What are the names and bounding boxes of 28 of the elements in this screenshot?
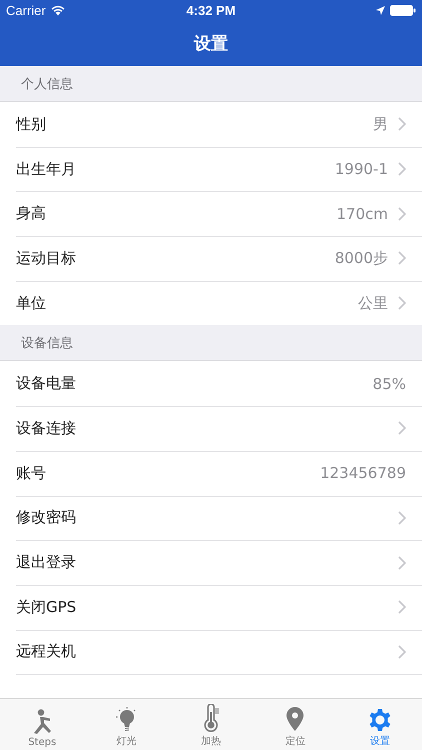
settings-row[interactable]: 运动目标 8000步 — [0, 236, 422, 281]
tab-item[interactable]: 灯光 — [84, 699, 169, 750]
settings-row[interactable]: 账号 123456789 — [0, 450, 422, 496]
section-title: 个人信息 — [21, 76, 73, 92]
settings-row[interactable]: 退出登录 — [0, 540, 422, 585]
settings-row[interactable]: 修改密码 — [0, 496, 422, 540]
tab-item[interactable]: 定位 — [253, 699, 338, 750]
map-pin-icon — [285, 706, 306, 732]
section-title: 设备信息 — [21, 334, 73, 352]
settings-row[interactable]: 出生年月 1990-1 — [0, 146, 422, 192]
settings-row[interactable]: 关闭GPS — [0, 584, 422, 630]
battery-icon — [390, 4, 416, 16]
nav-title: 设置 — [194, 32, 228, 54]
wifi-icon — [50, 4, 65, 16]
settings-row[interactable]: 设备电量 85% — [0, 361, 422, 406]
thermometer-icon — [202, 704, 220, 732]
tab-item[interactable]: Steps — [0, 699, 84, 750]
status-time: 4:32 PM — [186, 2, 236, 18]
settings-row[interactable]: 身高 170cm — [0, 191, 422, 236]
tab-item[interactable]: 设置 — [338, 699, 422, 750]
location-arrow-icon — [376, 6, 385, 14]
settings-row[interactable]: 单位 公里 — [0, 280, 422, 326]
settings-row[interactable]: 设备连接 — [0, 406, 422, 451]
tab-item[interactable]: 加热 — [168, 699, 254, 750]
settings-row[interactable]: 远程关机 — [0, 630, 422, 674]
settings-row[interactable]: 性别 男 — [0, 102, 422, 147]
carrier-name: Carrier — [6, 2, 46, 18]
settings-icon — [368, 708, 392, 732]
